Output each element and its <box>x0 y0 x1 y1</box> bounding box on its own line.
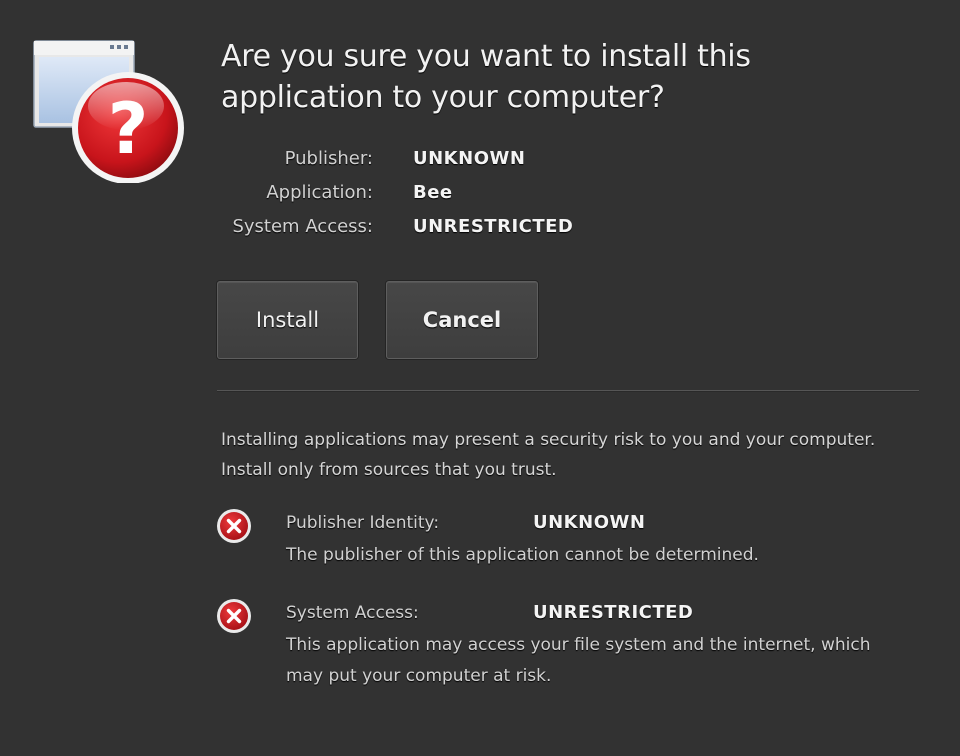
dialog-title: Are you sure you want to install this ap… <box>221 39 751 115</box>
install-dialog: ? Are you sure you want to install this … <box>0 0 960 756</box>
risk-value: UNRESTRICTED <box>533 602 694 623</box>
risk-description: This application may access your file sy… <box>286 635 871 686</box>
publisher-value: UNKNOWN <box>413 148 526 169</box>
cancel-button[interactable]: Cancel <box>386 281 538 359</box>
publisher-label: Publisher: <box>284 148 373 169</box>
risk-label: Publisher Identity: <box>286 513 440 533</box>
security-warning-text: Installing applications may present a se… <box>221 430 876 480</box>
error-x-icon <box>216 598 252 634</box>
app-details: Publisher: UNKNOWN Application: Bee Syst… <box>210 145 710 247</box>
svg-text:?: ? <box>108 88 149 170</box>
risk-label: System Access: <box>286 603 419 623</box>
system-access-label: System Access: <box>232 216 373 237</box>
application-row: Application: Bee <box>210 179 710 213</box>
install-button[interactable]: Install <box>217 281 358 359</box>
risk-description: The publisher of this application cannot… <box>286 545 759 565</box>
install-question-icon: ? <box>30 38 190 184</box>
application-value: Bee <box>413 182 453 203</box>
publisher-row: Publisher: UNKNOWN <box>210 145 710 179</box>
error-x-icon <box>216 508 252 544</box>
divider <box>217 390 919 392</box>
risk-value: UNKNOWN <box>533 512 646 533</box>
application-label: Application: <box>266 182 373 203</box>
system-access-value: UNRESTRICTED <box>413 216 574 237</box>
system-access-row: System Access: UNRESTRICTED <box>210 213 710 247</box>
